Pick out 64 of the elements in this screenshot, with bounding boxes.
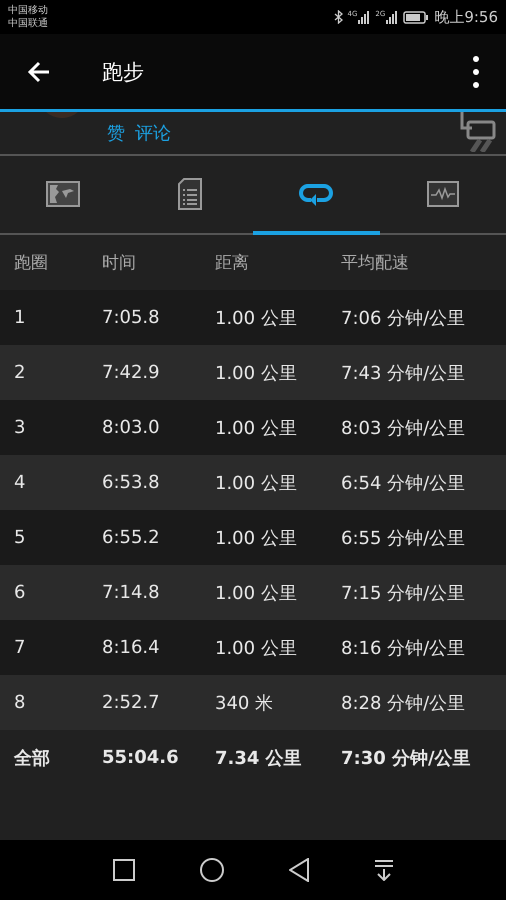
total-pace-cell-text: 7:30 分钟/公里 [341, 746, 472, 770]
total-lap-cell-text: 全部 [14, 746, 51, 770]
lap-cell-text: 4 [14, 472, 26, 493]
lap-cell-text: 2 [14, 362, 26, 383]
recents-button[interactable] [112, 859, 134, 881]
time-cell-text: 6:53.8 [102, 472, 161, 493]
back-nav-button[interactable] [288, 858, 308, 882]
square-icon [112, 859, 134, 881]
pace-cell-text: 8:16 分钟/公里 [341, 636, 466, 660]
distance-cell-text: 1.00 公里 [215, 362, 298, 384]
bluetooth-icon [334, 10, 343, 24]
signal-icon [386, 10, 398, 24]
carrier-name: 中国联通 [8, 17, 48, 30]
home-button[interactable] [200, 858, 224, 882]
back-arrow-icon [27, 60, 51, 84]
distance-cell-text: 1.00 公里 [215, 416, 298, 440]
map-icon [46, 180, 80, 206]
like-link[interactable]: 赞 [107, 121, 125, 145]
distance-cell-text: 1.00 公里 [215, 472, 298, 494]
triangle-icon [288, 858, 308, 882]
pace-cell-text: 6:54 分钟/公里 [341, 472, 466, 494]
pace-cell-text: 8:03 分钟/公里 [341, 416, 466, 440]
time-cell-text: 7:42.9 [102, 362, 161, 383]
column-header: 跑圈 [14, 252, 49, 274]
column-header: 平均配速 [341, 252, 410, 274]
pace-cell-text: 7:15 分钟/公里 [341, 582, 466, 604]
pull-down-icon [374, 859, 394, 881]
lap-cell-text: 8 [14, 692, 26, 713]
lap-cell-text: 3 [14, 417, 26, 438]
clock-time: 晚上9:56 [434, 8, 498, 26]
pulse-icon [426, 180, 459, 206]
distance-cell-text: 1.00 公里 [215, 306, 298, 330]
distance-cell-text: 340 米 [215, 692, 274, 714]
comment-link[interactable]: 评论 [135, 121, 171, 145]
distance-cell-text: 1.00 公里 [215, 526, 298, 550]
distance-cell-text: 1.00 公里 [215, 582, 298, 604]
time-cell-text: 8:03.0 [102, 417, 161, 438]
lap-cell-text: 6 [14, 582, 26, 603]
lap-cell-text: 7 [14, 637, 26, 658]
document-icon [178, 178, 202, 210]
battery-icon [403, 10, 430, 24]
time-cell-text: 7:14.8 [102, 582, 161, 603]
carrier-name: 中国移动 [8, 4, 48, 17]
time-cell-text: 6:55.2 [102, 527, 161, 548]
distance-cell-text: 1.00 公里 [215, 636, 298, 660]
total-time-cell-text: 55:04.6 [102, 747, 180, 768]
pace-cell-text: 7:43 分钟/公里 [341, 362, 466, 384]
column-header: 距离 [215, 252, 250, 274]
notification-button[interactable] [374, 859, 394, 881]
time-cell-text: 8:16.4 [102, 637, 161, 658]
device-sync-icon [458, 112, 498, 152]
total-distance-cell-text: 7.34 公里 [215, 746, 303, 770]
pace-cell-text: 7:06 分钟/公里 [341, 306, 466, 330]
column-header: 时间 [102, 252, 137, 274]
loop-icon [299, 182, 334, 206]
pace-cell-text: 6:55 分钟/公里 [341, 526, 466, 550]
signal-icon [358, 10, 370, 24]
pace-cell-text: 8:28 分钟/公里 [341, 692, 466, 714]
circle-icon [200, 858, 224, 882]
time-cell-text: 7:05.8 [102, 307, 161, 328]
lap-cell-text: 1 [14, 307, 26, 328]
time-cell-text: 2:52.7 [102, 692, 161, 713]
lap-cell-text: 5 [14, 527, 26, 548]
page-title: 跑步 [102, 58, 145, 86]
